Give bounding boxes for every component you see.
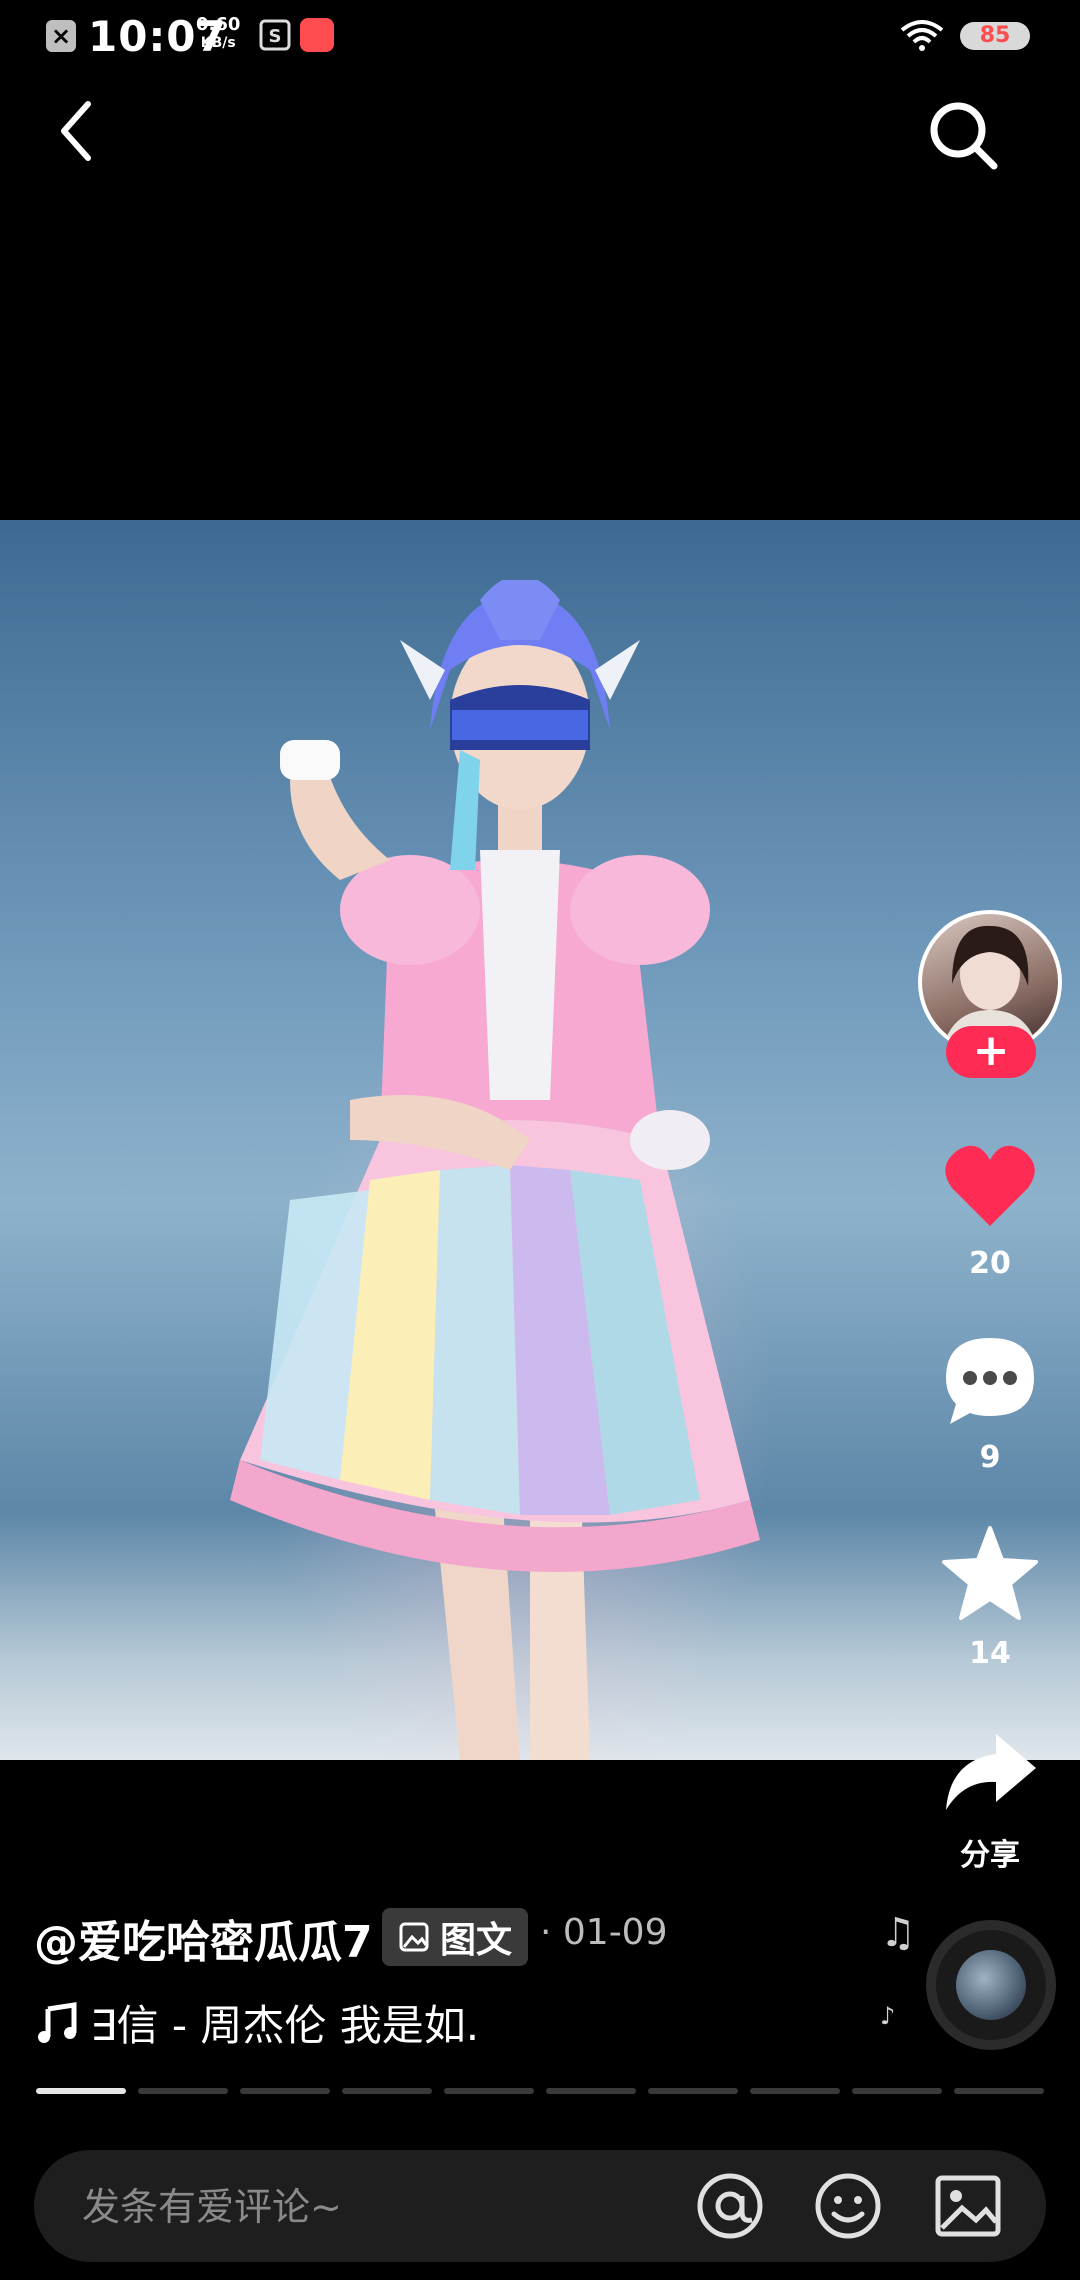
s-app-icon: S — [259, 19, 291, 51]
battery-icon: 85 — [960, 22, 1030, 50]
net-speed-unit: KB/s — [200, 35, 236, 51]
image-icon — [935, 2175, 1001, 2237]
share-label: 分享 — [960, 1838, 1020, 1873]
pager-segment — [138, 2088, 228, 2094]
music-title: ∃信 - 周杰伦 我是如. — [90, 2001, 480, 2050]
x-notification-icon: × — [46, 20, 76, 52]
like-button[interactable] — [940, 1136, 1040, 1236]
at-icon — [697, 2173, 763, 2239]
author-name[interactable]: @爱吃哈密瓜瓜7 — [34, 1906, 373, 1970]
emoji-button[interactable] — [812, 2170, 884, 2242]
like-count: 20 — [969, 1246, 1011, 1281]
comment-input[interactable] — [80, 2176, 644, 2238]
net-speed-value: 0.60 — [196, 14, 241, 35]
favorite-button[interactable] — [940, 1524, 1040, 1624]
image-pager — [36, 2088, 1044, 2094]
post-type-tag: 图文 — [382, 1908, 529, 1966]
chevron-left-icon — [61, 101, 91, 161]
at-mention-button[interactable] — [694, 2170, 766, 2242]
image-upload-button[interactable] — [932, 2170, 1004, 2242]
pager-segment — [954, 2088, 1044, 2094]
search-icon — [930, 102, 998, 170]
pager-segment — [750, 2088, 840, 2094]
svg-text:S: S — [269, 26, 282, 47]
status-bar: × 10:07 0.60 KB/s S 85 — [0, 0, 1080, 72]
music-note-icon: ♫ — [880, 1910, 916, 1956]
comment-button[interactable] — [940, 1330, 1040, 1430]
pager-segment — [36, 2088, 126, 2094]
share-arrow-icon — [946, 1734, 1036, 1810]
emoji-icon — [815, 2173, 881, 2239]
character-illustration — [230, 580, 760, 1760]
heart-icon — [945, 1145, 1035, 1226]
share-button[interactable] — [940, 1726, 1040, 1826]
pager-segment — [240, 2088, 330, 2094]
music-note-icon — [38, 2001, 77, 2043]
gallery-icon — [399, 1922, 429, 1952]
pager-segment — [342, 2088, 432, 2094]
music-disc-button[interactable] — [926, 1920, 1056, 2050]
back-button[interactable] — [44, 96, 114, 166]
comment-count: 9 — [979, 1440, 1001, 1475]
post-image[interactable] — [0, 520, 1080, 1760]
search-button[interactable] — [924, 96, 1004, 176]
pager-segment — [852, 2088, 942, 2094]
post-date: · 01-09 — [540, 1912, 668, 1953]
comment-bubble-icon — [946, 1338, 1034, 1424]
pager-segment — [444, 2088, 534, 2094]
pager-segment — [648, 2088, 738, 2094]
music-note-small-icon: ♪ — [880, 2002, 896, 2030]
net-speed: 0.60 KB/s — [196, 16, 240, 52]
pager-segment — [546, 2088, 636, 2094]
wifi-icon — [900, 20, 944, 51]
star-icon — [942, 1526, 1038, 1620]
follow-button[interactable]: + — [946, 1026, 1036, 1078]
music-info[interactable]: ∃信 - 周杰伦 我是如. — [34, 1992, 479, 2053]
post-type-label: 图文 — [440, 1920, 513, 1961]
favorite-count: 14 — [969, 1636, 1011, 1671]
music-cover — [956, 1950, 1026, 2020]
kuaishou-app-icon — [300, 18, 334, 52]
